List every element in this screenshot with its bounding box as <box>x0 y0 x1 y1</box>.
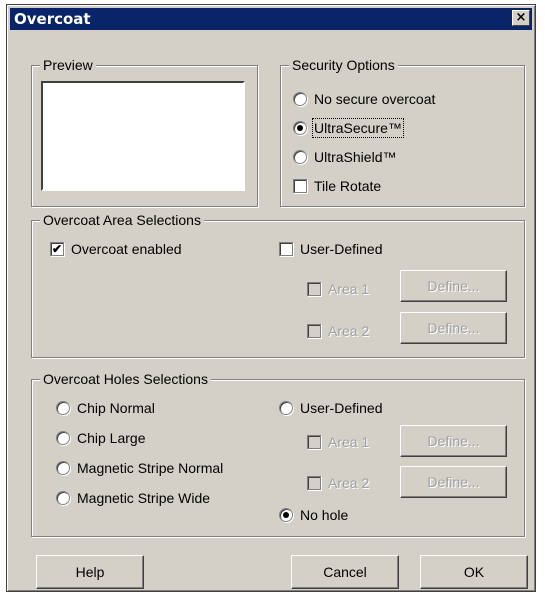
checkbox-icon <box>307 282 321 296</box>
checkbox-hole-area-2[interactable]: Area 2 <box>307 475 369 491</box>
checkbox-label: User-Defined <box>300 241 383 257</box>
checkbox-label: Area 2 <box>328 475 370 491</box>
checkbox-label: Area 2 <box>328 323 370 339</box>
preview-legend: Preview <box>40 57 96 73</box>
button-label: Define... <box>427 474 480 490</box>
title-bar[interactable]: Overcoat × <box>10 8 532 30</box>
preview-group: Preview <box>31 57 258 207</box>
define-hole-area-1-button[interactable]: Define... <box>400 425 507 457</box>
radio-magnetic-stripe-wide[interactable]: Magnetic Stripe Wide <box>56 490 210 506</box>
close-button[interactable]: × <box>512 10 530 26</box>
close-icon: × <box>515 10 527 25</box>
radio-icon <box>56 401 70 415</box>
checkmark-icon: ✔ <box>50 242 64 256</box>
radio-label: User-Defined <box>300 400 383 416</box>
checkbox-icon <box>307 324 321 338</box>
radio-chip-normal[interactable]: Chip Normal <box>56 400 155 416</box>
radio-label: No secure overcoat <box>314 91 436 107</box>
radio-ultrasecure[interactable]: UltraSecure™ <box>293 118 404 138</box>
define-area-2-button[interactable]: Define... <box>400 312 507 344</box>
overcoat-holes-group: Overcoat Holes Selections Chip Normal Ch… <box>31 371 525 537</box>
checkbox-label: Tile Rotate <box>314 178 382 194</box>
checkbox-overcoat-enabled[interactable]: ✔ Overcoat enabled <box>50 241 182 257</box>
radio-label: UltraShield™ <box>314 149 397 165</box>
define-hole-area-2-button[interactable]: Define... <box>400 466 507 498</box>
radio-ultrashield[interactable]: UltraShield™ <box>293 149 396 165</box>
radio-label: Magnetic Stripe Wide <box>77 490 211 506</box>
checkbox-area-user-defined[interactable]: User-Defined <box>279 241 382 257</box>
radio-icon <box>56 461 70 475</box>
checkbox-icon <box>307 435 321 449</box>
checkbox-label: Area 1 <box>328 281 370 297</box>
radio-label: Chip Normal <box>77 400 155 416</box>
button-label: Define... <box>427 320 480 336</box>
overcoat-area-legend: Overcoat Area Selections <box>40 212 204 228</box>
radio-no-hole[interactable]: No hole <box>279 507 348 523</box>
radio-icon <box>279 401 293 415</box>
checkbox-tile-rotate[interactable]: Tile Rotate <box>293 178 381 194</box>
checkbox-icon <box>293 179 307 193</box>
button-label: Cancel <box>323 564 367 580</box>
security-options-group: Security Options No secure overcoat Ultr… <box>280 57 525 207</box>
radio-selected-icon <box>279 508 293 522</box>
radio-no-secure-overcoat[interactable]: No secure overcoat <box>293 91 435 107</box>
preview-area <box>41 81 245 191</box>
cancel-button[interactable]: Cancel <box>291 555 399 589</box>
radio-label: Chip Large <box>77 430 146 446</box>
radio-label: No hole <box>300 507 349 523</box>
window-title: Overcoat <box>14 10 91 28</box>
radio-icon <box>56 431 70 445</box>
radio-selected-icon <box>293 121 307 135</box>
radio-magnetic-stripe-normal[interactable]: Magnetic Stripe Normal <box>56 460 223 476</box>
checkbox-label: Overcoat enabled <box>71 241 182 257</box>
checkbox-label: Area 1 <box>328 434 370 450</box>
radio-label: Magnetic Stripe Normal <box>77 460 224 476</box>
radio-label: UltraSecure™ <box>312 118 404 138</box>
checkbox-area-1[interactable]: Area 1 <box>307 281 369 297</box>
radio-icon <box>56 491 70 505</box>
button-label: OK <box>463 564 485 580</box>
overcoat-area-group: Overcoat Area Selections ✔ Overcoat enab… <box>31 212 525 358</box>
radio-icon <box>293 92 307 106</box>
checkbox-icon <box>279 242 293 256</box>
checkbox-hole-area-1[interactable]: Area 1 <box>307 434 369 450</box>
define-area-1-button[interactable]: Define... <box>400 270 507 302</box>
radio-icon <box>293 150 307 164</box>
ok-button[interactable]: OK <box>420 555 528 589</box>
radio-chip-large[interactable]: Chip Large <box>56 430 146 446</box>
overcoat-holes-legend: Overcoat Holes Selections <box>40 371 211 387</box>
button-label: Define... <box>427 433 480 449</box>
checkbox-area-2[interactable]: Area 2 <box>307 323 369 339</box>
radio-holes-user-defined[interactable]: User-Defined <box>279 400 382 416</box>
button-label: Define... <box>427 278 480 294</box>
checkbox-icon <box>307 476 321 490</box>
button-label: Help <box>75 564 105 580</box>
overcoat-dialog: Overcoat × Preview Security Options No s… <box>6 4 536 592</box>
security-options-legend: Security Options <box>289 57 398 73</box>
help-button[interactable]: Help <box>36 555 144 589</box>
